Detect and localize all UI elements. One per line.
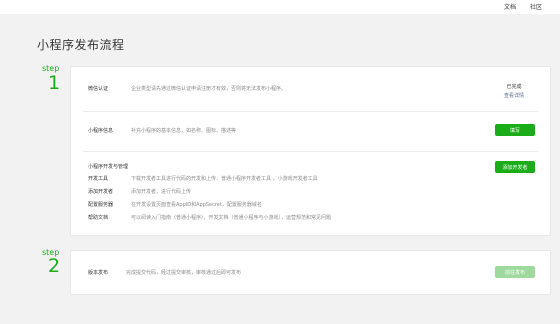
- community-link[interactable]: 社区: [530, 2, 542, 11]
- dev-item-label: 配置服务器: [88, 202, 114, 208]
- verify-status: 已完成: [506, 84, 522, 90]
- verify-detail-link[interactable]: 查看详情: [494, 92, 534, 99]
- dev-item-description: 添加开发者，进行代码上传: [131, 189, 192, 195]
- fill-info-button[interactable]: 填写: [495, 124, 535, 136]
- dev-section-title: 小程序开发与管理: [88, 164, 129, 170]
- info-description: 补充小程序的基本信息，如名称、图标、描述等: [131, 128, 237, 134]
- step-2-number: 2: [48, 255, 61, 277]
- info-label: 小程序信息: [88, 128, 114, 134]
- dev-item-description: 在开发设置页面查看AppID和AppSecret，配置服务器域名: [131, 202, 262, 208]
- dev-item-label: 添加开发者: [88, 189, 114, 195]
- publish-label: 版本发布: [88, 270, 109, 276]
- verify-description: 企业类型请先通过微信认证申请注册才有效，否则将无法发布小程序。: [131, 86, 287, 92]
- dev-item-description: 下载开发者工具进行代码的开发和上传：普通小程序开发者工具 ，小游戏开发者工具: [131, 176, 318, 182]
- step-1-number: 1: [48, 72, 61, 94]
- dev-item-label: 开发工具: [88, 176, 109, 182]
- page-title: 小程序发布流程: [37, 38, 125, 52]
- divider: [83, 111, 538, 112]
- docs-link[interactable]: 文档: [504, 2, 516, 11]
- add-developer-button[interactable]: 添加开发者: [495, 161, 535, 173]
- dev-item-description: 可以阅读入门指南（普通小程序），开发文档（普通小程序与小游戏），运营规范和常见问…: [131, 215, 332, 221]
- dev-item-label: 帮助文档: [88, 215, 109, 221]
- publish-description: 完成提交代码，经过提交审核，审核通过后即可发布: [126, 270, 242, 276]
- step-1-card: 微信认证 企业类型请先通过微信认证申请注册才有效，否则将无法发布小程序。 已完成…: [70, 66, 551, 236]
- go-publish-button[interactable]: 前往发布: [495, 266, 535, 278]
- step-2-card: 版本发布 完成提交代码，经过提交审核，审核通过后即可发布 前往发布: [70, 250, 551, 295]
- verify-label: 微信认证: [88, 86, 109, 92]
- top-navigation-bar: 文档 社区: [0, 0, 560, 14]
- divider: [83, 151, 538, 152]
